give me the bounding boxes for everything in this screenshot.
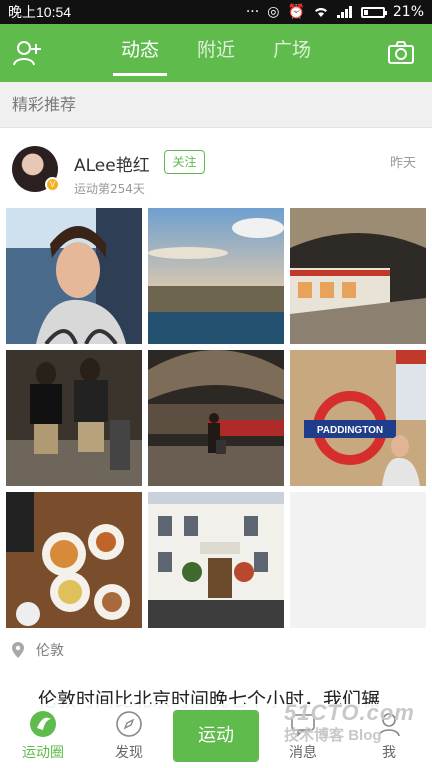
battery-percent: 21% bbox=[392, 4, 424, 20]
photo-selfie-on-train[interactable] bbox=[6, 208, 142, 344]
battery-icon bbox=[360, 6, 387, 18]
compass-icon bbox=[116, 711, 142, 737]
post-location: 伦敦 bbox=[12, 639, 64, 661]
avatar[interactable]: V bbox=[12, 146, 60, 192]
more-icon: ··· bbox=[245, 4, 260, 20]
section-header: 精彩推荐 bbox=[0, 82, 432, 128]
photo-station-hall-traveler[interactable] bbox=[148, 350, 284, 486]
watermark-line3-text: Blog bbox=[348, 727, 382, 744]
wifi-icon bbox=[314, 8, 327, 17]
start-run-button[interactable]: 运动 bbox=[173, 710, 259, 762]
location-text: 伦敦 bbox=[36, 643, 64, 659]
nav-messages-label: 消息 bbox=[289, 745, 317, 761]
circle-icon bbox=[30, 711, 56, 737]
post-subtitle: 运动第254天 bbox=[74, 182, 145, 196]
svg-text:PADDINGTON: PADDINGTON bbox=[317, 425, 383, 436]
watermark-line2-text: 技术博客 bbox=[284, 727, 345, 744]
top-bar: 动态 附近 广场 bbox=[0, 24, 432, 82]
verified-badge-icon: V bbox=[45, 177, 60, 192]
photo-paddington-sign[interactable]: PADDINGTON bbox=[290, 350, 426, 486]
nav-discover-label: 发现 bbox=[115, 745, 143, 761]
status-time: 晚上10:54 bbox=[8, 4, 72, 20]
post-username[interactable]: ALee艳红 bbox=[74, 151, 150, 176]
photo-underground-station-platform[interactable] bbox=[290, 208, 426, 344]
feed-tabs: 动态 附近 广场 bbox=[0, 24, 432, 82]
camera-icon[interactable] bbox=[386, 38, 416, 68]
nav-me-label: 我 bbox=[382, 745, 396, 761]
sync-icon: ◎ bbox=[267, 4, 280, 20]
follow-button[interactable]: 关注 bbox=[164, 150, 205, 174]
photo-aerial-coast-view[interactable] bbox=[148, 208, 284, 344]
location-pin-icon bbox=[12, 642, 24, 658]
nav-sport-circle[interactable]: 运动圈 bbox=[8, 710, 78, 762]
tab-dynamics[interactable]: 动态 bbox=[112, 24, 168, 82]
watermark-line1: 51CTO.com bbox=[284, 700, 415, 725]
nav-sport-circle-label: 运动圈 bbox=[22, 745, 64, 761]
watermark-line2: 技术博客 Blog bbox=[284, 724, 414, 745]
photo-empty-slot bbox=[290, 492, 426, 628]
watermark: 51CTO.com 技术博客 Blog bbox=[284, 700, 414, 745]
nav-discover[interactable]: 发现 bbox=[94, 710, 164, 762]
photo-white-townhouses[interactable] bbox=[148, 492, 284, 628]
alarm-icon: ⏰ bbox=[287, 4, 305, 20]
photo-breakfast-table[interactable] bbox=[6, 492, 142, 628]
tab-nearby[interactable]: 附近 bbox=[197, 24, 235, 82]
photo-couple-on-platform[interactable] bbox=[6, 350, 142, 486]
signal-icon bbox=[336, 6, 352, 18]
status-icons: ··· ◎ ⏰ 21% bbox=[246, 4, 424, 20]
post-time: 昨天 bbox=[389, 156, 416, 171]
status-bar: 晚上10:54 ··· ◎ ⏰ 21% bbox=[0, 0, 432, 24]
tab-square[interactable]: 广场 bbox=[273, 24, 311, 82]
post-header: V ALee艳红 关注 运动第254天 昨天 bbox=[0, 129, 432, 207]
